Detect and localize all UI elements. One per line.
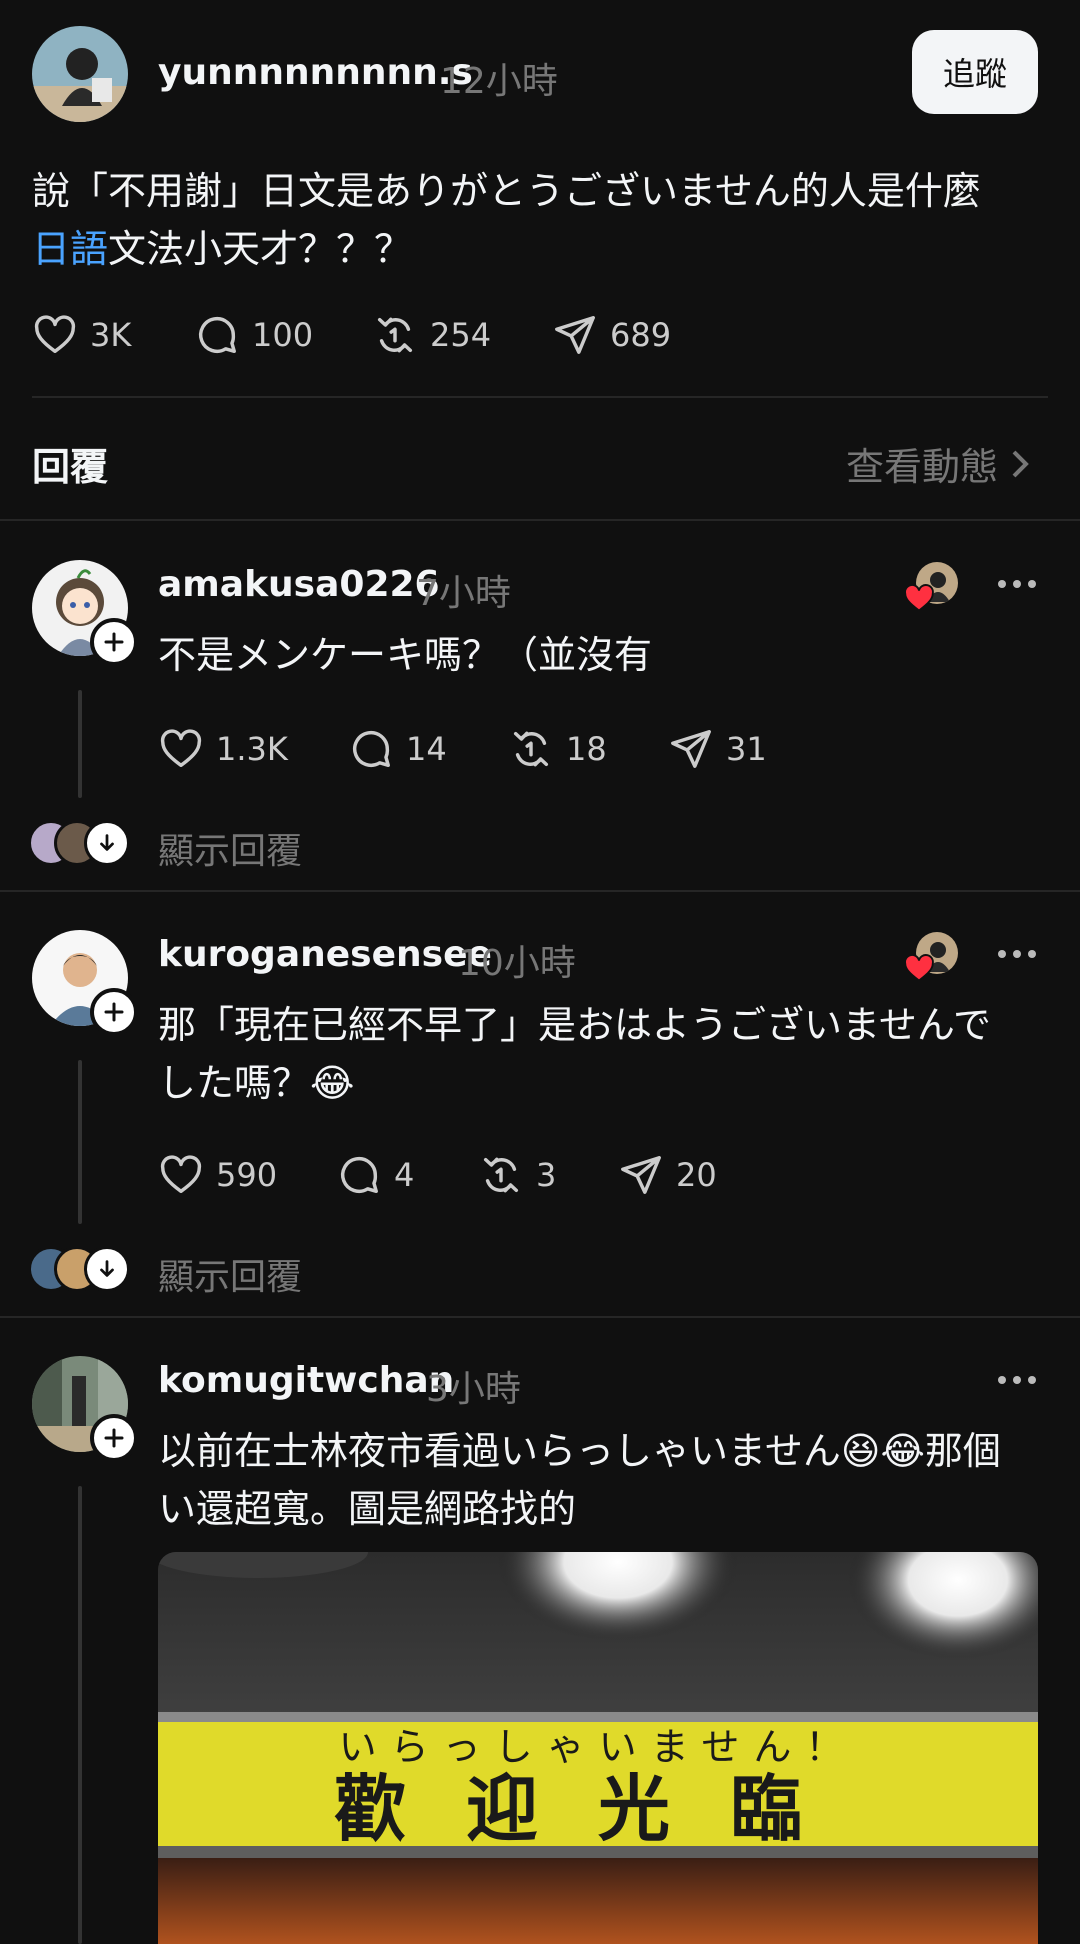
reply2-time: 10小時 (458, 943, 576, 984)
post-share-button[interactable]: 689 (552, 312, 671, 358)
repost-icon (377, 317, 413, 353)
post-text-line2: 日語文法小天才？？？ (32, 220, 1052, 278)
post-comment-button[interactable]: 100 (194, 312, 313, 358)
post-hashtag-link[interactable]: 日語 (32, 227, 108, 271)
header-divider (0, 519, 1080, 521)
view-activity-label: 查看動態 (846, 445, 999, 489)
plus-icon (104, 1002, 124, 1022)
arrow-down-icon (100, 834, 114, 851)
reply3-thread-line (78, 1486, 82, 1944)
reply1-thread-line (78, 690, 82, 798)
reply3-time: 3小時 (426, 1369, 521, 1410)
send-icon (555, 316, 595, 354)
post-divider (32, 396, 1048, 398)
reply3-text-line2: い還超寬。圖是網路找的 (158, 1487, 577, 1531)
reply2-text: 那「現在已經不早了」是おはようございませんで した嗎？😂 (158, 996, 1058, 1112)
send-icon (671, 730, 711, 768)
post-time: 12小時 (440, 61, 558, 102)
reply1-comment-count: 14 (406, 730, 447, 768)
image-sign-kanji: 歡迎光臨 (334, 1767, 862, 1851)
post-repost-button[interactable]: 254 (372, 312, 491, 358)
reply2-username[interactable]: kuroganesensee (158, 934, 492, 975)
reply3-more-button[interactable] (998, 1376, 1036, 1384)
reply3-text-line1: 以前在士林夜市看過いらっしゃいません😆😂那個 (158, 1429, 1001, 1473)
reply1-like-button[interactable]: 1.3K (158, 726, 288, 772)
send-icon (621, 1156, 661, 1194)
reply2-follow-plus[interactable] (90, 988, 138, 1036)
arrow-down-icon (100, 1260, 114, 1277)
reply1-repost-count: 18 (566, 730, 607, 768)
reply1-more-button[interactable] (998, 580, 1036, 588)
post-text-line1: 說「不用謝」日文是ありがとうございません的人是什麼 (32, 169, 981, 213)
chevron-right-icon (1012, 450, 1029, 477)
post-username[interactable]: yunnnnnnnnn.s (158, 52, 473, 93)
image-sign-kana: いらっしゃいません！ (339, 1725, 858, 1769)
reply2-thread-line (78, 1060, 82, 1224)
reply2-share-button[interactable]: 20 (618, 1152, 717, 1198)
heart-filled-icon (904, 954, 934, 982)
reply3-attached-image[interactable]: いらっしゃいません！ 歡迎光臨 (158, 1552, 1038, 1944)
post-like-button[interactable]: 3K (32, 312, 131, 358)
reply2-repost-button[interactable]: 3 (478, 1152, 556, 1198)
post-like-count: 3K (90, 316, 132, 354)
reply3-image-photo: いらっしゃいません！ 歡迎光臨 (158, 1552, 1038, 1944)
reply1-expand-badge[interactable] (84, 820, 130, 866)
reply2-more-button[interactable] (998, 950, 1036, 958)
post-comment-count: 100 (252, 316, 314, 354)
reply1-share-count: 31 (726, 730, 767, 768)
reply2-repost-count: 3 (536, 1156, 557, 1194)
reply1-divider (0, 890, 1080, 892)
comment-icon (353, 730, 390, 768)
reply2-share-count: 20 (676, 1156, 717, 1194)
reply2-comment-count: 4 (394, 1156, 415, 1194)
reply3-text: 以前在士林夜市看過いらっしゃいません😆😂那個 い還超寬。圖是網路找的 (158, 1422, 1058, 1538)
reply1-time: 7小時 (416, 573, 511, 614)
heart-icon (160, 1155, 202, 1194)
post-text: 說「不用謝」日文是ありがとうございません的人是什麼 日語文法小天才？？？ (32, 162, 1052, 278)
post-text-line2-rest: 文法小天才？？？ (108, 227, 413, 271)
reply1-follow-plus[interactable] (90, 618, 138, 666)
reply2-divider (0, 1316, 1080, 1318)
reply1-like-count: 1.3K (216, 730, 288, 768)
reply1-share-button[interactable]: 31 (668, 726, 767, 772)
heart-icon (160, 729, 202, 768)
reply2-show-replies[interactable]: 顯示回覆 (158, 1248, 302, 1300)
reply2-author-liked-indicator (904, 930, 960, 986)
comment-icon (341, 1156, 378, 1194)
post-repost-count: 254 (430, 316, 492, 354)
reply2-text-line2: した嗎？😂 (158, 1061, 355, 1105)
reply1-username[interactable]: amakusa0226 (158, 564, 440, 605)
replies-header-label: 回覆 (32, 445, 109, 489)
post-share-count: 689 (610, 316, 672, 354)
reply1-author-liked-indicator (904, 560, 960, 616)
reply2-like-button[interactable]: 590 (158, 1152, 277, 1198)
reply2-expand-badge[interactable] (84, 1246, 130, 1292)
reply1-show-replies[interactable]: 顯示回覆 (158, 822, 302, 874)
reply1-text: 不是メンケーキ嗎？（並沒有 (158, 633, 653, 677)
reply2-comment-button[interactable]: 4 (336, 1152, 414, 1198)
plus-icon (104, 1428, 124, 1448)
heart-icon (34, 315, 76, 354)
repost-icon (483, 1157, 519, 1193)
reply2-like-count: 590 (216, 1156, 278, 1194)
follow-button[interactable]: 追蹤 (912, 30, 1038, 114)
plus-icon (104, 632, 124, 652)
post-author-avatar[interactable] (32, 26, 128, 122)
comment-icon (199, 316, 236, 354)
heart-filled-icon (904, 584, 934, 612)
reply3-username[interactable]: komugitwchan (158, 1360, 454, 1401)
repost-icon (513, 731, 549, 767)
reply1-repost-button[interactable]: 18 (508, 726, 607, 772)
reply2-text-line1: 那「現在已經不早了」是おはようございませんで (158, 1003, 991, 1047)
view-activity-link[interactable]: 查看動態 (846, 436, 1032, 491)
reply3-follow-plus[interactable] (90, 1414, 138, 1462)
reply1-comment-button[interactable]: 14 (348, 726, 447, 772)
